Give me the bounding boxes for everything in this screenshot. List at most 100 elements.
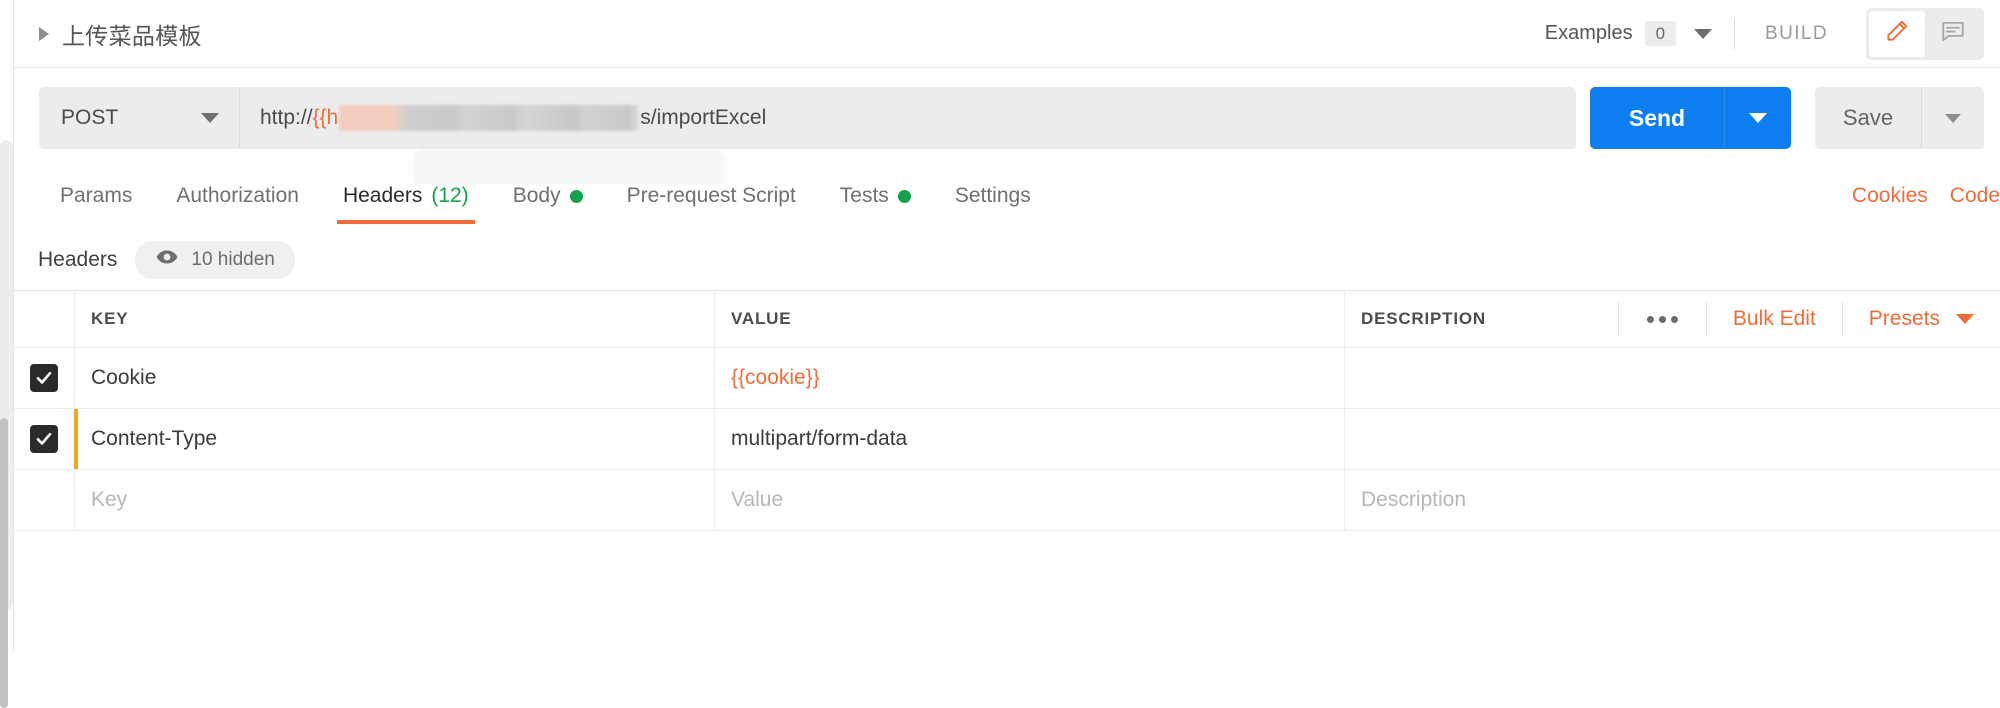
presets-button[interactable]: Presets: [1841, 302, 2000, 336]
comment-icon: [1940, 18, 1966, 49]
request-header-bar: 上传菜品模板 Examples 0 BUILD: [14, 0, 2000, 68]
table-row[interactable]: Content-Type multipart/form-data: [14, 409, 2000, 470]
table-header-description-cell: DESCRIPTION Bulk Edit Presets: [1344, 291, 2000, 347]
headers-section-title: Headers: [38, 248, 118, 271]
ellipsis-dot: [1658, 315, 1666, 323]
new-value-input[interactable]: Value: [714, 470, 1344, 530]
bulk-edit-button[interactable]: Bulk Edit: [1705, 302, 1842, 336]
tab-label: Settings: [954, 184, 1031, 207]
new-key-placeholder: Key: [91, 488, 128, 511]
checkbox-checked-icon: [30, 425, 58, 453]
header-actions: Examples 0 BUILD: [1544, 7, 2000, 60]
view-mode-toggle: [1866, 7, 1984, 60]
table-empty-row[interactable]: Key Value Description: [14, 470, 2000, 531]
save-button[interactable]: Save: [1815, 87, 1921, 149]
request-tabs: Params Authorization Headers (12) Body P…: [14, 168, 2000, 230]
tab-tests[interactable]: Tests: [818, 168, 933, 224]
examples-count-badge: 0: [1644, 21, 1677, 46]
ellipsis-icon[interactable]: [1617, 302, 1706, 336]
row-description-cell[interactable]: [1344, 409, 2000, 469]
tab-label: Authorization: [176, 184, 299, 207]
http-method-select[interactable]: POST: [39, 87, 239, 149]
edit-mode-button[interactable]: [1869, 10, 1925, 57]
chevron-down-icon: [1749, 113, 1767, 123]
url-suffix: s/importExcel: [640, 106, 767, 129]
cookies-link[interactable]: Cookies: [1852, 184, 1928, 208]
eye-icon: [155, 249, 179, 271]
url-redacted-region: [339, 105, 640, 131]
chevron-down-icon: [201, 113, 219, 123]
row-enabled-checkbox[interactable]: [14, 348, 74, 408]
chevron-down-icon: [1945, 113, 1961, 123]
row-value-cell[interactable]: {{cookie}}: [714, 348, 1344, 408]
tab-label: Pre-request Script: [626, 184, 796, 207]
tab-params[interactable]: Params: [38, 168, 154, 224]
hidden-headers-label: 10 hidden: [191, 249, 275, 270]
vertical-scrollbar-thumb[interactable]: [0, 418, 8, 708]
chevron-down-icon[interactable]: [1694, 28, 1713, 39]
ellipsis-dot: [1646, 315, 1654, 323]
tab-label: Headers: [342, 184, 423, 207]
presets-label: Presets: [1868, 307, 1940, 330]
row-description-cell[interactable]: [1344, 348, 2000, 408]
http-method-value: POST: [61, 106, 119, 129]
new-description-input[interactable]: Description: [1344, 470, 2000, 530]
send-options-button[interactable]: [1724, 87, 1791, 149]
pencil-icon: [1884, 18, 1910, 49]
row-enabled-checkbox[interactable]: [14, 409, 74, 469]
save-options-button[interactable]: [1921, 87, 1984, 149]
new-value-placeholder: Value: [731, 488, 784, 511]
row-value-value: multipart/form-data: [731, 427, 908, 450]
chevron-down-icon: [1956, 314, 1974, 324]
examples-label: Examples: [1544, 22, 1633, 44]
row-modified-marker: [74, 409, 78, 469]
tab-settings[interactable]: Settings: [933, 168, 1053, 224]
row-value-cell[interactable]: multipart/form-data: [714, 409, 1344, 469]
url-prefix: http://: [260, 106, 313, 129]
row-key-cell[interactable]: Content-Type: [74, 409, 714, 469]
column-header-key: KEY: [91, 309, 129, 328]
code-link[interactable]: Code: [1950, 184, 2000, 208]
triangle-right-icon[interactable]: [39, 26, 49, 41]
table-header-check-cell: [14, 291, 74, 347]
table-header-key-cell: KEY: [74, 291, 714, 347]
status-dot-icon: [897, 189, 911, 203]
breadcrumb[interactable]: 上传菜品模板: [14, 17, 202, 51]
row-value-value: {{cookie}}: [731, 366, 820, 389]
row-key-cell[interactable]: Cookie: [74, 348, 714, 408]
tab-label: Params: [60, 184, 133, 207]
request-pane: 上传菜品模板 Examples 0 BUILD POST http:// {{h…: [14, 0, 2000, 650]
vertical-scrollbar-track[interactable]: [0, 140, 13, 708]
page-title: 上传菜品模板: [62, 22, 202, 49]
url-variable-token: {{h: [312, 106, 339, 129]
table-header-value-cell: VALUE: [714, 291, 1344, 347]
ellipsis-dot: [1670, 315, 1678, 323]
new-key-input[interactable]: Key: [74, 470, 714, 530]
headers-subbar: Headers 10 hidden: [14, 230, 2000, 290]
row-key-value: Cookie: [91, 366, 157, 389]
status-dot-icon: [569, 189, 583, 203]
headers-table: KEY VALUE DESCRIPTION Bulk Edit Presets: [14, 290, 2000, 601]
table-row[interactable]: Cookie {{cookie}}: [14, 348, 2000, 409]
url-bar: POST http://{{h s/importExcel Send Save: [14, 68, 2000, 184]
send-button[interactable]: Send: [1590, 87, 1724, 149]
send-button-group: Send: [1590, 87, 1791, 149]
table-empty-space: [14, 531, 2000, 601]
tab-label: Body: [512, 184, 561, 207]
comment-mode-button[interactable]: [1925, 11, 1981, 57]
column-header-value: VALUE: [731, 309, 792, 328]
hidden-headers-toggle[interactable]: 10 hidden: [135, 241, 295, 279]
tab-authorization[interactable]: Authorization: [154, 168, 321, 224]
table-header-row: KEY VALUE DESCRIPTION Bulk Edit Presets: [14, 291, 2000, 348]
new-description-placeholder: Description: [1361, 488, 1467, 511]
column-header-description: DESCRIPTION: [1361, 309, 1486, 328]
build-button[interactable]: BUILD: [1735, 23, 1858, 45]
row-enabled-checkbox-empty[interactable]: [14, 470, 74, 530]
url-input[interactable]: http://{{h s/importExcel: [239, 87, 1576, 149]
table-header-actions: Bulk Edit Presets: [1617, 291, 2000, 347]
tab-right-links: Cookies Code: [1852, 168, 2000, 224]
row-key-value: Content-Type: [91, 427, 218, 450]
tab-label: Tests: [839, 184, 889, 207]
left-gutter: [0, 0, 14, 708]
save-button-group: Save: [1815, 87, 1984, 149]
